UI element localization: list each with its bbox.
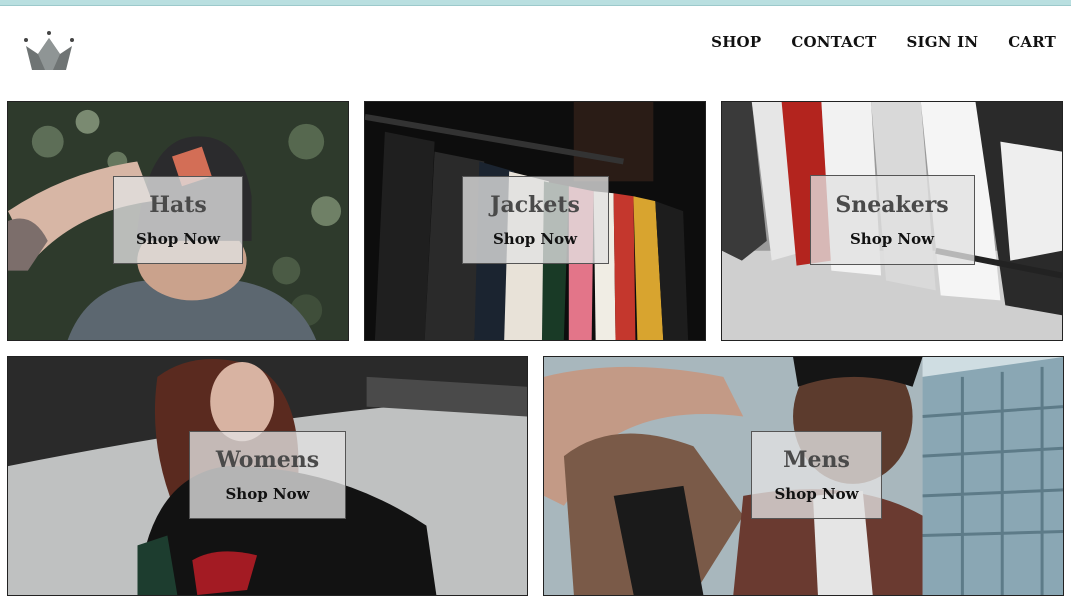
site-header: SHOP CONTACT SIGN IN CART xyxy=(0,6,1071,96)
category-label-box: Womens Shop Now xyxy=(189,431,346,519)
category-label-box: Jackets Shop Now xyxy=(461,176,609,264)
shop-now-link[interactable]: Shop Now xyxy=(493,231,577,247)
category-title: Mens xyxy=(783,446,850,473)
shop-now-link[interactable]: Shop Now xyxy=(850,231,934,247)
nav-contact-link[interactable]: CONTACT xyxy=(791,33,876,51)
nav-shop-link[interactable]: SHOP xyxy=(711,33,761,51)
category-tile-jackets[interactable]: Jackets Shop Now xyxy=(364,101,706,341)
shop-now-link[interactable]: Shop Now xyxy=(774,486,858,502)
category-tile-sneakers[interactable]: Sneakers Shop Now xyxy=(721,101,1063,341)
nav-sign-in-link[interactable]: SIGN IN xyxy=(907,33,979,51)
shop-now-link[interactable]: Shop Now xyxy=(225,486,309,502)
category-label-box: Hats Shop Now xyxy=(113,176,243,264)
category-tile-hats[interactable]: Hats Shop Now xyxy=(7,101,349,341)
category-label-box: Sneakers Shop Now xyxy=(809,175,975,265)
crown-logo-icon[interactable] xyxy=(22,30,76,72)
category-tile-womens[interactable]: Womens Shop Now xyxy=(7,356,528,596)
category-label-box: Mens Shop Now xyxy=(751,431,882,519)
category-title: Womens xyxy=(215,446,320,473)
category-title: Hats xyxy=(149,191,207,218)
shop-now-link[interactable]: Shop Now xyxy=(136,231,220,247)
nav-cart-link[interactable]: CART xyxy=(1008,33,1056,51)
main-nav: SHOP CONTACT SIGN IN CART xyxy=(681,33,1056,51)
category-title: Sneakers xyxy=(835,191,949,218)
category-tile-mens[interactable]: Mens Shop Now xyxy=(543,356,1064,596)
category-title: Jackets xyxy=(490,191,580,218)
